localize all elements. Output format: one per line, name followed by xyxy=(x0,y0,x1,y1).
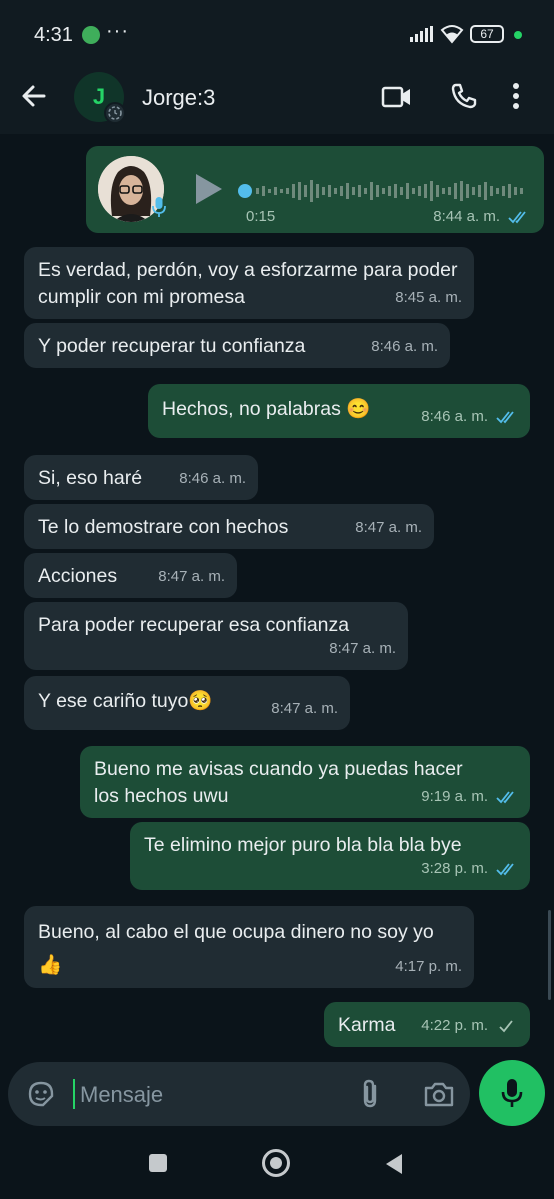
contact-name[interactable]: Jorge:3 xyxy=(142,85,215,111)
message-meta: 3:28 p. m. xyxy=(421,855,518,882)
message-meta: 8:45 a. m. xyxy=(395,284,462,311)
message-time: 8:47 a. m. xyxy=(355,519,422,536)
system-navigation-bar xyxy=(0,1134,554,1199)
message-bubble-incoming[interactable]: Y ese cariño tuyo🥺 8:47 a. m. xyxy=(24,676,350,730)
battery-icon: 67 xyxy=(470,25,504,43)
chat-header: J Jorge:3 xyxy=(0,64,554,134)
message-meta: 8:47 a. m. xyxy=(355,514,422,541)
waveform[interactable] xyxy=(256,171,526,211)
status-time: 4:31 xyxy=(34,24,73,46)
message-time: 3:28 p. m. xyxy=(421,860,488,877)
sticker-emoji-icon[interactable] xyxy=(26,1079,56,1109)
read-ticks-icon xyxy=(496,862,514,875)
text-cursor xyxy=(73,1079,75,1109)
message-time: 8:46 a. m. xyxy=(371,338,438,355)
voice-message-bubble[interactable]: 0:15 8:44 a. m. xyxy=(86,146,544,233)
phone-call-icon[interactable] xyxy=(450,82,478,110)
message-meta: 8:47 a. m. xyxy=(329,635,396,662)
status-ring-icon xyxy=(104,102,126,124)
message-meta: 8:46 a. m. xyxy=(371,333,438,360)
message-time: 8:47 a. m. xyxy=(329,640,396,657)
voice-record-button[interactable] xyxy=(479,1060,545,1126)
attach-icon[interactable] xyxy=(358,1078,382,1110)
wifi-icon xyxy=(440,25,464,44)
message-bubble-incoming[interactable]: Y poder recuperar tu confianza 8:46 a. m… xyxy=(24,323,450,368)
message-input[interactable] xyxy=(78,1076,342,1114)
whatsapp-notification-icon xyxy=(82,26,100,44)
more-notifications-icon: ··· xyxy=(106,20,129,42)
message-bubble-outgoing[interactable]: Bueno me avisas cuando ya puedas hacer l… xyxy=(80,746,530,818)
microphone-icon xyxy=(152,197,166,217)
message-time: 8:46 a. m. xyxy=(179,470,246,487)
play-icon[interactable] xyxy=(194,172,224,206)
message-meta: 4:17 p. m. xyxy=(395,953,462,980)
recent-apps-button[interactable] xyxy=(149,1154,167,1172)
message-time: 4:22 p. m. xyxy=(421,1017,488,1034)
message-bubble-incoming[interactable]: Es verdad, perdón, voy a esforzarme para… xyxy=(24,247,474,319)
message-meta: 8:47 a. m. xyxy=(271,695,338,722)
message-bubble-incoming[interactable]: Acciones 8:47 a. m. xyxy=(24,553,237,598)
message-time: 8:47 a. m. xyxy=(271,700,338,717)
back-arrow-icon[interactable] xyxy=(20,82,48,110)
delivered-tick-icon xyxy=(499,1019,513,1032)
message-text: Bueno, al cabo el que ocupa dinero no so… xyxy=(38,921,440,976)
playback-position-handle[interactable] xyxy=(238,184,252,198)
privacy-dot-icon xyxy=(514,31,522,39)
message-time: 8:45 a. m. xyxy=(395,289,462,306)
message-meta: 4:22 p. m. xyxy=(421,1012,518,1039)
message-bubble-outgoing[interactable]: Karma 4:22 p. m. xyxy=(324,1002,530,1047)
voice-duration: 0:15 xyxy=(246,208,276,225)
message-composer xyxy=(8,1062,470,1126)
video-call-icon[interactable] xyxy=(381,84,413,110)
message-meta: 8:44 a. m. xyxy=(433,208,530,225)
message-time: 8:47 a. m. xyxy=(158,568,225,585)
home-button[interactable] xyxy=(262,1149,290,1177)
chat-area[interactable]: 0:15 8:44 a. m. Es verdad, perdón, voy a… xyxy=(0,134,554,1058)
message-meta: 8:46 a. m. xyxy=(421,403,518,430)
microphone-icon xyxy=(501,1079,523,1107)
system-back-button[interactable] xyxy=(384,1152,404,1176)
signal-icon xyxy=(410,26,433,42)
status-bar: 4:31 ··· 67 xyxy=(0,0,554,64)
message-meta: 9:19 a. m. xyxy=(421,783,518,810)
message-time: 9:19 a. m. xyxy=(421,788,488,805)
more-options-icon[interactable] xyxy=(512,82,520,110)
message-bubble-incoming[interactable]: Si, eso haré 8:46 a. m. xyxy=(24,455,258,500)
message-bubble-outgoing[interactable]: Hechos, no palabras 😊 8:46 a. m. xyxy=(148,384,530,438)
message-meta: 8:46 a. m. xyxy=(179,465,246,492)
message-time: 4:17 p. m. xyxy=(395,958,462,975)
message-bubble-incoming[interactable]: Bueno, al cabo el que ocupa dinero no so… xyxy=(24,906,474,988)
message-text: Bueno me avisas cuando ya puedas hacer l… xyxy=(94,758,468,807)
message-time: 8:46 a. m. xyxy=(421,408,488,425)
message-bubble-outgoing[interactable]: Te elimino mejor puro bla bla bla bye 3:… xyxy=(130,822,530,890)
read-ticks-icon xyxy=(496,790,514,803)
scrollbar[interactable] xyxy=(548,910,551,1000)
message-bubble-incoming[interactable]: Te lo demostrare con hechos 8:47 a. m. xyxy=(24,504,434,549)
message-bubble-incoming[interactable]: Para poder recuperar esa confianza 8:47 … xyxy=(24,602,408,670)
camera-icon[interactable] xyxy=(423,1080,455,1108)
message-meta: 8:47 a. m. xyxy=(158,563,225,590)
read-ticks-icon xyxy=(508,210,526,223)
message-time: 8:44 a. m. xyxy=(433,208,500,225)
read-ticks-icon xyxy=(496,410,514,423)
